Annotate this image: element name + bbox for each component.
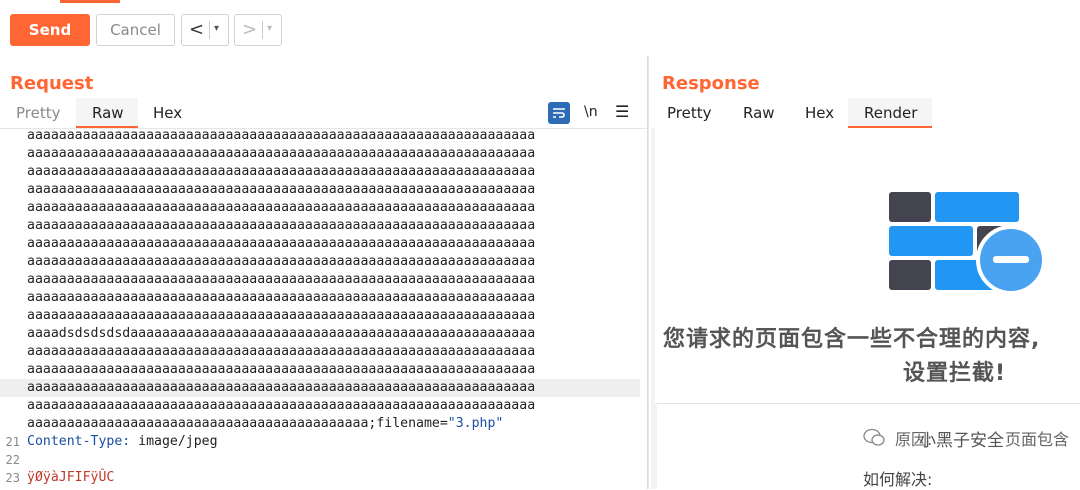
wrap-lines-icon[interactable]: [548, 102, 570, 124]
line-text: ÿØÿàJFIFÿÛC: [27, 470, 115, 485]
line-value: image/jpeg: [130, 434, 218, 449]
editor-line: aaaaaaaaaaaaaaaaaaaaaaaaaaaaaaaaaaaaaaaa…: [0, 343, 640, 361]
line-text: aaaaaaaaaaaaaaaaaaaaaaaaaaaaaaaaaaaaaaaa…: [27, 308, 536, 323]
editor-line: aaaadsdsdsdsdaaaaaaaaaaaaaaaaaaaaaaaaaaa…: [0, 325, 640, 343]
tab-pretty[interactable]: Pretty: [16, 104, 61, 122]
editor-line: 23 ÿØÿàJFIFÿÛC: [0, 469, 640, 487]
top-accent-bar: [60, 0, 120, 3]
line-text: aaaaaaaaaaaaaaaaaaaaaaaaaaaaaaaaaaaaaaaa…: [27, 164, 536, 179]
divider: [262, 21, 263, 39]
reason-text: 页面包含: [1005, 430, 1070, 449]
editor-line: aaaaaaaaaaaaaaaaaaaaaaaaaaaaaaaaaaaaaaaa…: [0, 307, 640, 325]
block-details: 原因: 小黑子安全 页面包含 如何解决:: [657, 403, 1080, 490]
block-message: 您请求的页面包含一些不合理的内容,: [663, 327, 1041, 352]
chevron-right-icon: >: [242, 19, 258, 40]
line-text: aaaaaaaaaaaaaaaaaaaaaaaaaaaaaaaaaaaaaaaa…: [27, 182, 536, 197]
editor-line: aaaaaaaaaaaaaaaaaaaaaaaaaaaaaaaaaaaaaaaa…: [0, 415, 640, 433]
editor-line: aaaaaaaaaaaaaaaaaaaaaaaaaaaaaaaaaaaaaaaa…: [0, 163, 640, 181]
line-text: aaaadsdsdsdsdaaaaaaaaaaaaaaaaaaaaaaaaaaa…: [27, 326, 536, 341]
line-number: 23: [5, 471, 20, 485]
line-text: aaaaaaaaaaaaaaaaaaaaaaaaaaaaaaaaaaaaaaaa…: [27, 146, 536, 161]
editor-line: aaaaaaaaaaaaaaaaaaaaaaaaaaaaaaaaaaaaaaaa…: [0, 289, 640, 307]
chevron-down-icon[interactable]: ▾: [214, 23, 219, 34]
editor-line: aaaaaaaaaaaaaaaaaaaaaaaaaaaaaaaaaaaaaaaa…: [0, 379, 640, 397]
response-panel: Response Pretty Raw Hex Render 您请求的页面包含一…: [648, 56, 1080, 490]
line-text: aaaaaaaaaaaaaaaaaaaaaaaaaaaaaaaaaaaaaaaa…: [27, 398, 536, 413]
block-page: 您请求的页面包含一些不合理的内容, 设置拦截!: [655, 128, 1080, 403]
line-text: aaaaaaaaaaaaaaaaaaaaaaaaaaaaaaaaaaaaaaaa…: [27, 236, 536, 251]
chevron-down-icon[interactable]: ▾: [267, 23, 272, 34]
editor-line: aaaaaaaaaaaaaaaaaaaaaaaaaaaaaaaaaaaaaaaa…: [0, 199, 640, 217]
editor-line: aaaaaaaaaaaaaaaaaaaaaaaaaaaaaaaaaaaaaaaa…: [0, 145, 640, 163]
response-title: Response: [662, 73, 760, 94]
line-text: aaaaaaaaaaaaaaaaaaaaaaaaaaaaaaaaaaaaaaaa…: [27, 344, 536, 359]
line-text: aaaaaaaaaaaaaaaaaaaaaaaaaaaaaaaaaaaaaaaa…: [27, 272, 536, 287]
editor-line: aaaaaaaaaaaaaaaaaaaaaaaaaaaaaaaaaaaaaaaa…: [0, 271, 640, 289]
request-editor[interactable]: aaaaaaaaaaaaaaaaaaaaaaaaaaaaaaaaaaaaaaaa…: [0, 128, 647, 490]
line-text: aaaaaaaaaaaaaaaaaaaaaaaaaaaaaaaaaaaaaaaa…: [27, 128, 536, 143]
editor-line: aaaaaaaaaaaaaaaaaaaaaaaaaaaaaaaaaaaaaaaa…: [0, 128, 640, 145]
line-content: aaaaaaaaaaaaaaaaaaaaaaaaaaaaaaaaaaaaaaaa…: [27, 415, 503, 433]
send-button[interactable]: Send: [10, 14, 90, 46]
line-text: Content-Type:: [27, 434, 131, 449]
tab-raw[interactable]: Raw: [92, 104, 124, 122]
tab-raw[interactable]: Raw: [743, 104, 775, 122]
history-back-button[interactable]: < ▾: [181, 14, 229, 46]
line-text: aaaaaaaaaaaaaaaaaaaaaaaaaaaaaaaaaaaaaaaa…: [27, 380, 536, 395]
watermark-text: 小黑子安全: [919, 431, 1004, 451]
editor-line: aaaaaaaaaaaaaaaaaaaaaaaaaaaaaaaaaaaaaaaa…: [0, 253, 640, 271]
editor-line: 22: [0, 451, 640, 469]
editor-line: aaaaaaaaaaaaaaaaaaaaaaaaaaaaaaaaaaaaaaaa…: [0, 217, 640, 235]
chevron-left-icon: <: [189, 19, 205, 40]
newline-toggle-icon[interactable]: \n: [584, 104, 606, 126]
how-to-solve-label: 如何解决:: [863, 470, 933, 489]
request-panel: Request Pretty Raw Hex \n ☰ aaaaaaaaaaaa…: [0, 56, 648, 490]
tab-pretty[interactable]: Pretty: [667, 104, 712, 122]
request-title: Request: [10, 73, 94, 94]
editor-line: 21 Content-Type: image/jpeg: [0, 433, 640, 451]
line-number: 21: [5, 435, 20, 449]
toolbar: Send Cancel < ▾ > ▾: [0, 4, 1080, 57]
line-text: aaaaaaaaaaaaaaaaaaaaaaaaaaaaaaaaaaaaaaaa…: [27, 416, 448, 431]
editor-line: aaaaaaaaaaaaaaaaaaaaaaaaaaaaaaaaaaaaaaaa…: [0, 361, 640, 379]
hamburger-menu-icon[interactable]: ☰: [615, 102, 637, 124]
tab-hex[interactable]: Hex: [153, 104, 182, 122]
line-text: aaaaaaaaaaaaaaaaaaaaaaaaaaaaaaaaaaaaaaaa…: [27, 362, 536, 377]
wechat-icon: [863, 428, 885, 446]
block-message-line2: 设置拦截!: [903, 361, 1007, 386]
line-number: 22: [5, 453, 20, 467]
tab-render[interactable]: Render: [864, 104, 917, 122]
line-text: aaaaaaaaaaaaaaaaaaaaaaaaaaaaaaaaaaaaaaaa…: [27, 254, 536, 269]
line-text: aaaaaaaaaaaaaaaaaaaaaaaaaaaaaaaaaaaaaaaa…: [27, 218, 536, 233]
render-view: 您请求的页面包含一些不合理的内容, 设置拦截! 原因: 小黑子安全 页面包含 如…: [651, 128, 1080, 490]
tab-hex[interactable]: Hex: [805, 104, 834, 122]
line-value: "3.php": [447, 416, 504, 431]
line-text: aaaaaaaaaaaaaaaaaaaaaaaaaaaaaaaaaaaaaaaa…: [27, 200, 536, 215]
editor-line: aaaaaaaaaaaaaaaaaaaaaaaaaaaaaaaaaaaaaaaa…: [0, 181, 640, 199]
divider: [209, 21, 210, 39]
line-content: Content-Type: image/jpeg: [27, 433, 218, 451]
response-tabs: Pretty Raw Hex Render: [649, 98, 1080, 128]
line-text: aaaaaaaaaaaaaaaaaaaaaaaaaaaaaaaaaaaaaaaa…: [27, 290, 536, 305]
editor-line: aaaaaaaaaaaaaaaaaaaaaaaaaaaaaaaaaaaaaaaa…: [0, 397, 640, 415]
history-forward-button[interactable]: > ▾: [234, 14, 282, 46]
cancel-button[interactable]: Cancel: [96, 14, 175, 46]
editor-line: aaaaaaaaaaaaaaaaaaaaaaaaaaaaaaaaaaaaaaaa…: [0, 235, 640, 253]
